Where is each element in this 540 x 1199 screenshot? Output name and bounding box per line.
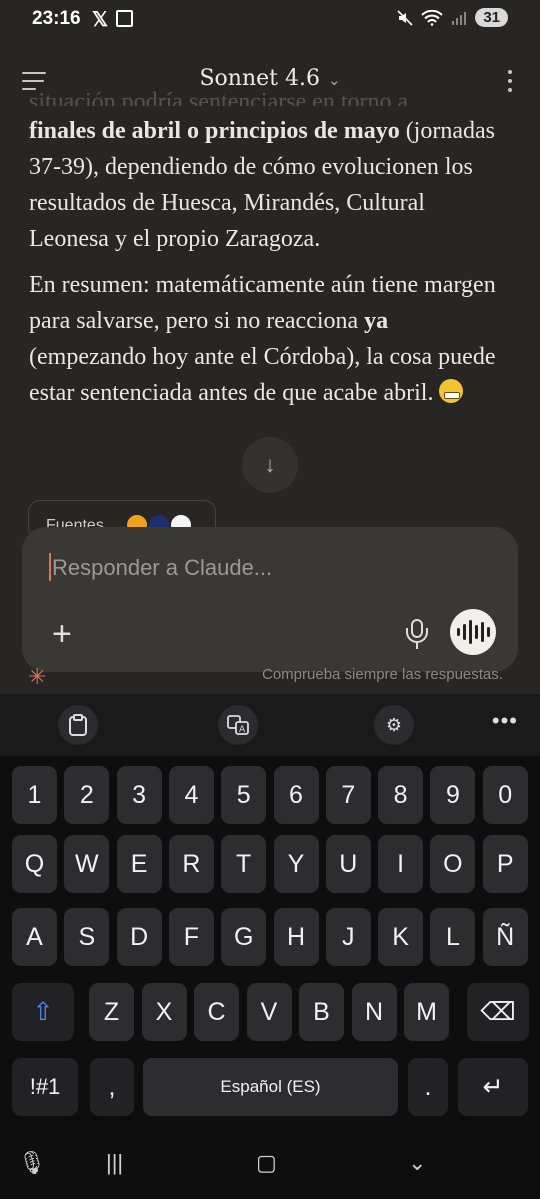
key-n[interactable]: N [351, 983, 397, 1041]
message-input[interactable]: Responder a Claude... [52, 555, 272, 581]
signal-icon [452, 11, 467, 25]
key-f[interactable]: F [168, 908, 214, 966]
backspace-key[interactable]: ⌫ [467, 983, 529, 1041]
keyboard-row-3: ⇧ ⌫ ZXCVBNM [0, 983, 540, 1041]
system-nav-bar: 🎙 ||| ▢ ⌄ [0, 1132, 540, 1199]
key-u[interactable]: U [325, 835, 371, 893]
partial-text-line: situación podría sentenciarse en torno a [29, 89, 409, 106]
key-h[interactable]: H [273, 908, 319, 966]
hide-keyboard-icon[interactable]: ⌄ [408, 1150, 426, 1176]
scroll-down-button[interactable]: ↓ [242, 437, 298, 493]
key-g[interactable]: G [221, 908, 267, 966]
key-z[interactable]: Z [89, 983, 134, 1041]
key-0[interactable]: 0 [482, 766, 528, 824]
home-icon[interactable]: ▢ [256, 1150, 277, 1176]
message-paragraph: En resumen: matemáticamente aún tiene ma… [29, 267, 509, 411]
key-x[interactable]: X [141, 983, 187, 1041]
bold-text: finales de abril o principios de mayo [29, 118, 400, 144]
more-icon[interactable]: ••• [492, 708, 518, 734]
key-1[interactable]: 1 [12, 766, 57, 824]
key-3[interactable]: 3 [116, 766, 162, 824]
key-a[interactable]: A [12, 908, 57, 966]
disclaimer-text: Comprueba siempre las respuestas. [262, 666, 503, 683]
paragraph-text: (empezando hoy ante el Córdoba), la cosa… [29, 344, 496, 406]
keyboard-row-1: QWERTYUIOP [0, 835, 540, 893]
more-options-icon[interactable] [508, 70, 514, 97]
status-bar: 23:16 𝕏 31 [0, 0, 540, 40]
microphone-icon[interactable] [406, 619, 428, 651]
key-m[interactable]: M [404, 983, 449, 1041]
keyboard-row-2: ASDFGHJKLÑ [0, 908, 540, 966]
keyboard-mic-icon[interactable]: 🎙 [18, 1150, 46, 1176]
key-r[interactable]: R [168, 835, 214, 893]
assistant-message: finales de abril o principios de mayo (j… [29, 113, 509, 421]
message-paragraph: finales de abril o principios de mayo (j… [29, 113, 509, 257]
key-e[interactable]: E [116, 835, 162, 893]
claude-logo-icon: ✳ [28, 664, 47, 689]
key-w[interactable]: W [64, 835, 110, 893]
clipboard-icon[interactable] [58, 705, 98, 745]
enter-key[interactable]: ↵ [458, 1058, 528, 1116]
keyboard-row-numbers: 1234567890 [0, 766, 540, 824]
bold-text: ya [364, 308, 389, 334]
key-9[interactable]: 9 [430, 766, 476, 824]
wifi-icon [421, 9, 444, 26]
status-time: 23:16 [32, 8, 81, 29]
space-key[interactable]: Español (ES) [143, 1058, 398, 1116]
key-4[interactable]: 4 [168, 766, 214, 824]
status-right: 31 [397, 8, 508, 27]
notification-icon [116, 10, 133, 27]
add-attachment-button[interactable]: + [52, 617, 72, 651]
text-caret [49, 553, 51, 581]
key-t[interactable]: T [221, 835, 267, 893]
key-y[interactable]: Y [273, 835, 319, 893]
key-o[interactable]: O [430, 835, 476, 893]
keyboard-row-bottom: !#1 , Español (ES) . ↵ [0, 1058, 540, 1116]
key-7[interactable]: 7 [325, 766, 371, 824]
key-j[interactable]: J [325, 908, 371, 966]
settings-gear-icon[interactable]: ⚙ [374, 705, 414, 745]
key-5[interactable]: 5 [221, 766, 267, 824]
keyboard: A ⚙ ••• 1234567890 QWERTYUIOP ASDFGHJKLÑ… [0, 694, 540, 1199]
svg-text:A: A [239, 725, 246, 735]
battery-indicator: 31 [475, 8, 508, 27]
key-p[interactable]: P [482, 835, 528, 893]
key-q[interactable]: Q [12, 835, 57, 893]
message-composer: Responder a Claude... + [22, 527, 518, 672]
keyboard-toolbar: A ⚙ ••• [0, 694, 540, 756]
x-app-icon: 𝕏 [92, 9, 109, 31]
key-l[interactable]: L [430, 908, 476, 966]
period-key[interactable]: . [408, 1058, 448, 1116]
paragraph-text: En resumen: matemáticamente aún tiene ma… [29, 272, 496, 334]
key-b[interactable]: B [299, 983, 344, 1041]
key-2[interactable]: 2 [64, 766, 110, 824]
translate-icon[interactable]: A [218, 705, 258, 745]
key-i[interactable]: I [378, 835, 424, 893]
arrow-down-icon: ↓ [264, 452, 276, 477]
key-c[interactable]: C [194, 983, 239, 1041]
mute-icon [397, 9, 413, 26]
key-k[interactable]: K [378, 908, 424, 966]
recents-icon[interactable]: ||| [106, 1150, 123, 1176]
key-s[interactable]: S [64, 908, 110, 966]
key-6[interactable]: 6 [273, 766, 319, 824]
key-ñ[interactable]: Ñ [482, 908, 528, 966]
key-v[interactable]: V [246, 983, 292, 1041]
key-8[interactable]: 8 [378, 766, 424, 824]
symbols-key[interactable]: !#1 [12, 1058, 78, 1116]
voice-mode-button[interactable] [450, 609, 496, 655]
comma-key[interactable]: , [90, 1058, 134, 1116]
grimacing-emoji [439, 379, 464, 403]
shift-key[interactable]: ⇧ [12, 983, 74, 1041]
key-d[interactable]: D [116, 908, 162, 966]
